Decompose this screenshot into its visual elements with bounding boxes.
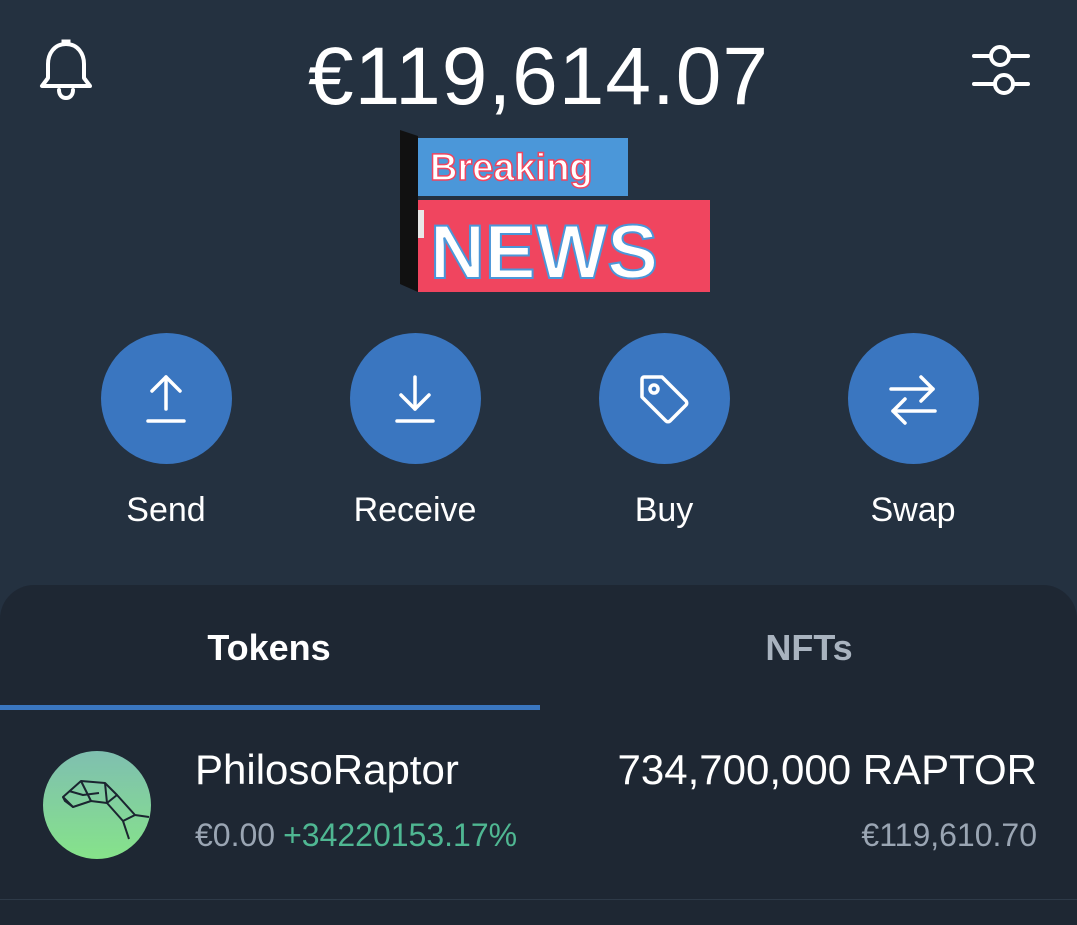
token-price: €0.00 (195, 817, 276, 853)
sliders-icon (972, 45, 1030, 95)
token-fiat-value: €119,610.70 (861, 817, 1037, 853)
tab-nfts[interactable]: NFTs (540, 585, 1077, 711)
send-button[interactable]: Send (66, 330, 266, 530)
row-divider (0, 899, 1077, 900)
assets-panel: Tokens NFTs PhilosoRaptor €0.00+3422015 (0, 585, 1077, 925)
tab-tokens[interactable]: Tokens (0, 585, 538, 711)
total-balance: €119,614.07 (308, 31, 769, 122)
swap-button[interactable]: Swap (813, 330, 1013, 530)
arrow-down-icon (395, 374, 435, 423)
token-amount: 734,700,000 RAPTOR (617, 746, 1038, 793)
receive-label: Receive (353, 491, 477, 529)
tag-icon (640, 374, 689, 423)
swap-label: Swap (870, 491, 956, 529)
asset-tabs: Tokens NFTs (0, 585, 1077, 711)
token-avatar (43, 751, 151, 859)
receive-button[interactable]: Receive (315, 330, 515, 530)
buy-button[interactable]: Buy (564, 330, 764, 530)
breaking-text: Breaking (430, 147, 593, 189)
action-bar: Send Receive Buy Swap (0, 330, 1077, 540)
buy-label: Buy (634, 491, 694, 529)
send-circle[interactable] (100, 333, 232, 464)
receive-circle[interactable] (349, 333, 481, 464)
news-text: NEWS (430, 210, 658, 295)
send-label: Send (126, 491, 206, 529)
active-tab-indicator (0, 705, 540, 710)
wallet-header: €119,614.07 (0, 0, 1077, 140)
token-row[interactable]: PhilosoRaptor €0.00 +34220153.17% 734,700… (0, 711, 1077, 899)
swap-circle[interactable] (847, 333, 979, 464)
breaking-news-banner: Breaking NEWS (398, 128, 714, 296)
settings-button[interactable] (970, 40, 1034, 104)
token-change: +34220153.17% (283, 817, 518, 853)
arrow-up-icon (146, 374, 186, 423)
swap-arrows-icon (889, 374, 937, 425)
buy-circle[interactable] (598, 333, 730, 464)
raptor-logo-icon (62, 780, 150, 840)
token-price-line: €0.00 +34220153.17% (195, 815, 517, 855)
token-name: PhilosoRaptor (195, 746, 459, 793)
